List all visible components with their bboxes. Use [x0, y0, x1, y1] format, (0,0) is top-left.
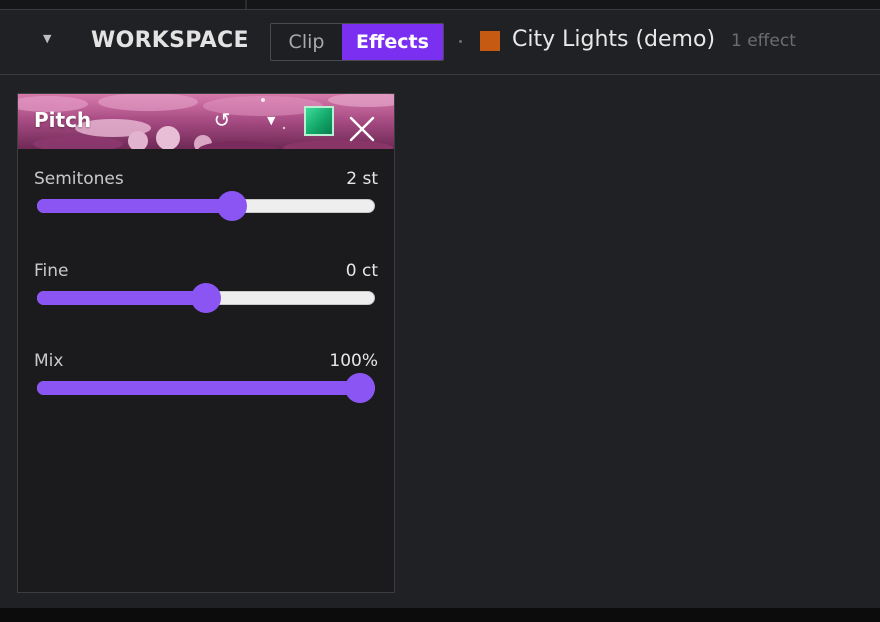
param-value: 0 ct	[345, 261, 378, 281]
workspace-title: WORKSPACE	[91, 28, 249, 53]
effect-count: 1 effect	[731, 31, 796, 51]
slider-fill	[37, 381, 368, 395]
slider-thumb[interactable]	[191, 283, 221, 313]
param-label: Fine	[34, 261, 69, 281]
effect-card-pitch: Pitch ↺ ▼ Semitones 2 st Fine 0 ct Mix 1…	[17, 93, 395, 593]
view-tabs: Clip Effects	[270, 23, 444, 61]
separator-dot	[459, 40, 462, 43]
workspace-header: ▼ WORKSPACE Clip Effects City Lights (de…	[0, 10, 880, 75]
effect-card-header: Pitch ↺ ▼	[18, 94, 394, 149]
param-label: Mix	[34, 351, 64, 371]
clip-color-swatch	[480, 31, 500, 51]
tab-effects[interactable]: Effects	[342, 24, 443, 60]
param-label: Semitones	[34, 169, 124, 189]
effect-color-chip[interactable]	[304, 106, 334, 136]
semitones-slider[interactable]	[37, 191, 375, 221]
reset-icon[interactable]: ↺	[211, 109, 233, 131]
slider-thumb[interactable]	[345, 373, 375, 403]
param-value: 2 st	[346, 169, 378, 189]
close-icon[interactable]	[349, 116, 375, 142]
slider-fill	[37, 199, 232, 213]
bottom-strip	[0, 608, 880, 622]
slider-fill	[37, 291, 206, 305]
collapse-caret-icon[interactable]: ▼	[43, 32, 51, 45]
top-divider	[245, 0, 247, 9]
clip-name: City Lights (demo)	[512, 27, 716, 52]
fine-slider[interactable]	[37, 283, 375, 313]
effect-menu-caret-icon[interactable]: ▼	[267, 114, 275, 127]
slider-thumb[interactable]	[217, 191, 247, 221]
param-value: 100%	[329, 351, 378, 371]
mix-slider[interactable]	[37, 373, 375, 403]
effect-title: Pitch	[34, 108, 92, 132]
top-strip	[0, 0, 880, 10]
tab-clip[interactable]: Clip	[271, 24, 342, 60]
